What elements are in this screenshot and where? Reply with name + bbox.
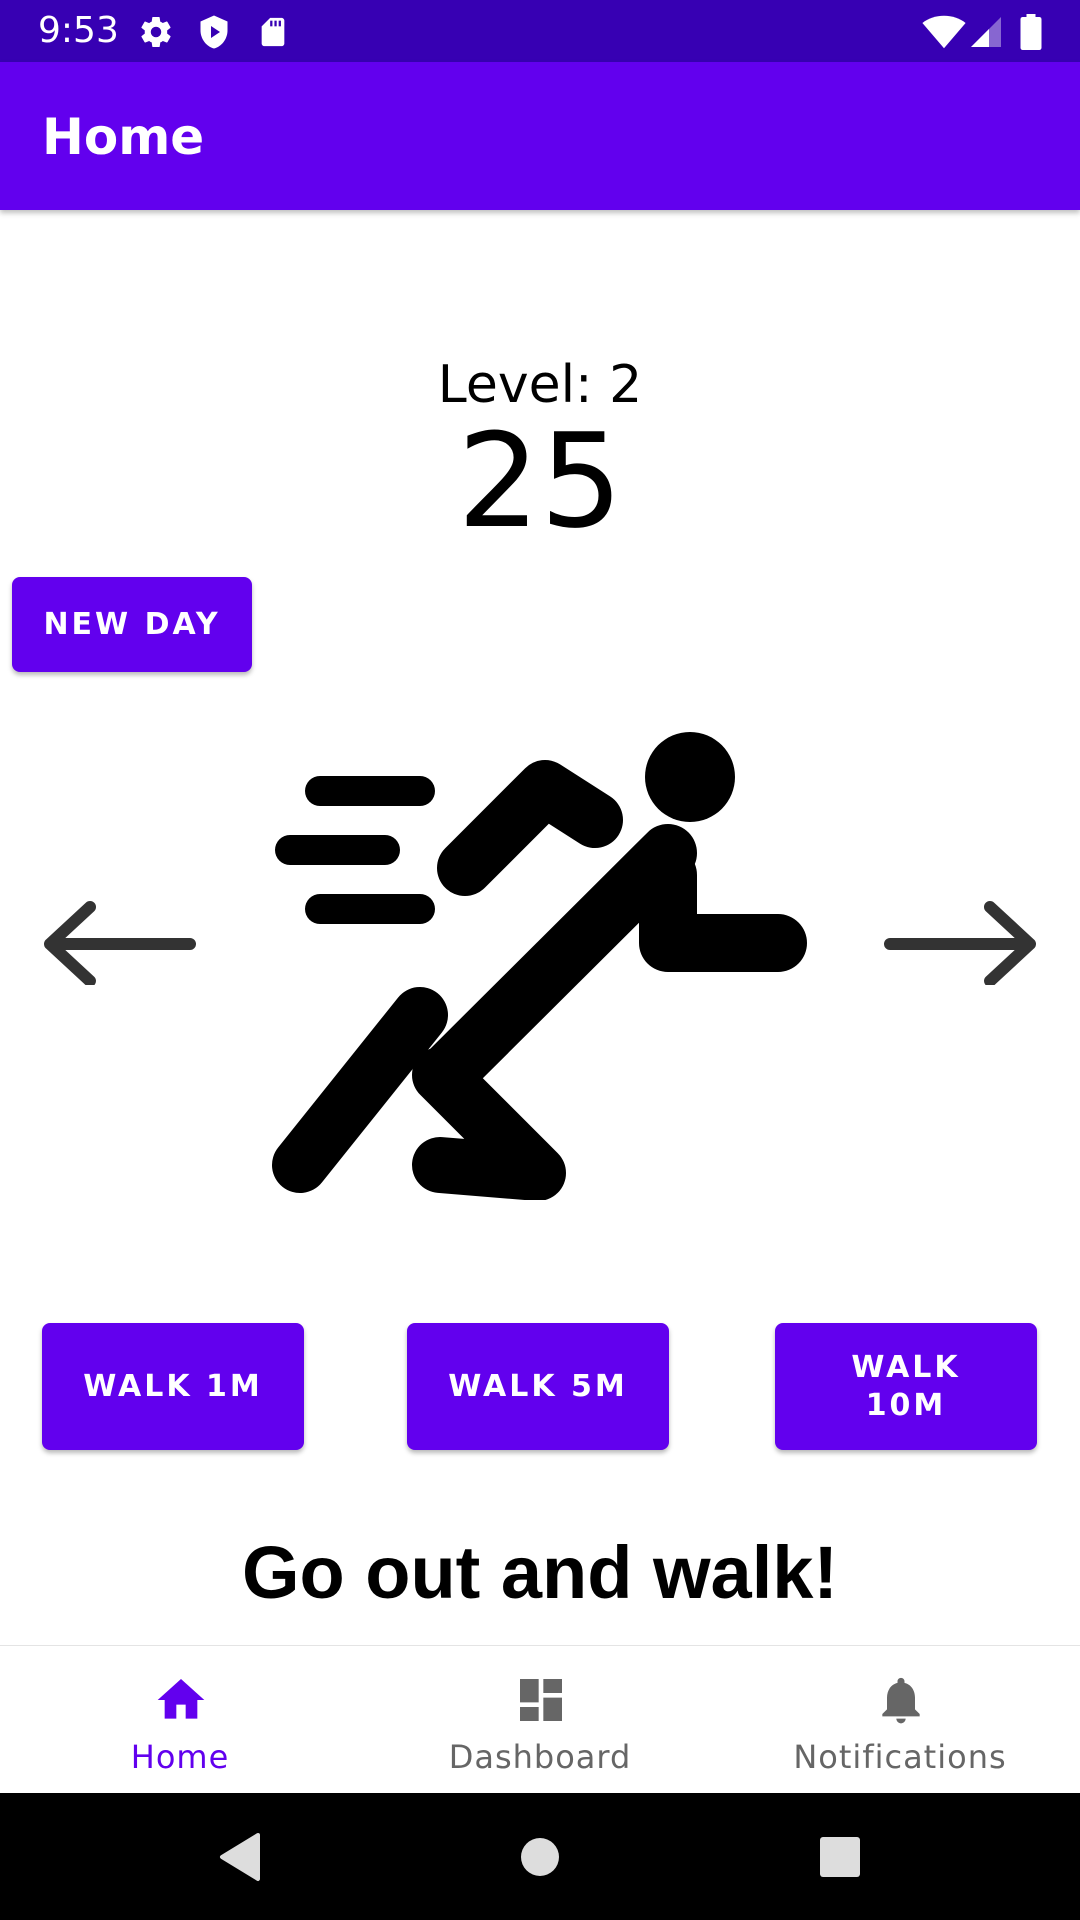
nav-item-notifications[interactable]: Notifications bbox=[720, 1646, 1080, 1794]
page-title: Home bbox=[42, 108, 205, 166]
running-person-icon bbox=[272, 732, 807, 1200]
gear-icon bbox=[141, 17, 171, 48]
shield-icon bbox=[200, 15, 228, 49]
arrow-left-icon[interactable] bbox=[38, 895, 198, 985]
walk-10m-button[interactable]: WALK 10M bbox=[775, 1323, 1037, 1450]
new-day-button[interactable]: NEW DAY bbox=[12, 577, 252, 672]
nav-item-home[interactable]: Home bbox=[0, 1646, 360, 1794]
bottom-navigation: Home Dashboard Notifications bbox=[0, 1645, 1080, 1793]
back-icon[interactable] bbox=[216, 1831, 266, 1883]
status-bar: 9:53 bbox=[0, 0, 1080, 62]
cell-signal-icon bbox=[971, 17, 1001, 47]
sd-card-icon bbox=[261, 17, 285, 47]
walk-1m-button[interactable]: WALK 1M bbox=[42, 1323, 304, 1450]
nav-label-dashboard: Dashboard bbox=[448, 1738, 632, 1776]
nav-label-home: Home bbox=[130, 1738, 230, 1776]
step-count: 25 bbox=[457, 405, 623, 557]
system-navigation-bar bbox=[0, 1793, 1080, 1920]
dashboard-icon bbox=[520, 1679, 562, 1721]
app-bar: Home bbox=[0, 62, 1080, 210]
nav-item-dashboard[interactable]: Dashboard bbox=[360, 1646, 720, 1794]
battery-icon bbox=[1020, 14, 1042, 50]
nav-label-notifications: Notifications bbox=[793, 1738, 1007, 1776]
home-icon bbox=[157, 1679, 205, 1719]
recents-icon[interactable] bbox=[814, 1831, 866, 1883]
home-circle-icon[interactable] bbox=[514, 1831, 566, 1883]
status-time: 9:53 bbox=[38, 10, 119, 51]
bell-icon bbox=[882, 1677, 920, 1724]
motivation-text: Go out and walk! bbox=[241, 1531, 839, 1614]
arrow-right-icon[interactable] bbox=[882, 895, 1042, 985]
wifi-icon bbox=[922, 15, 966, 49]
walk-5m-button[interactable]: WALK 5M bbox=[407, 1323, 669, 1450]
